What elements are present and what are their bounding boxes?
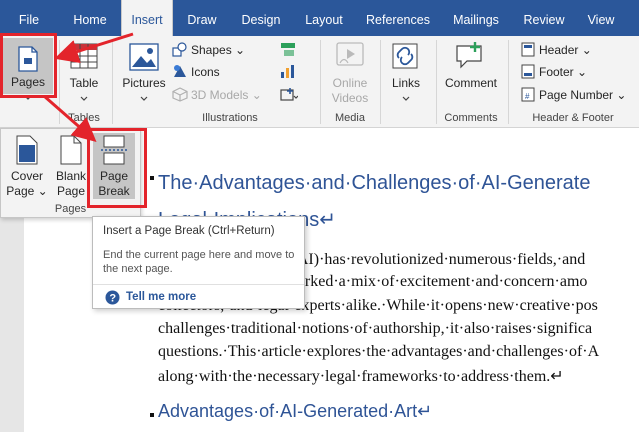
- annotation-arrows: [43, 32, 134, 142]
- arrow-to-pages: [54, 32, 134, 64]
- arrow-to-page-break: [43, 94, 97, 142]
